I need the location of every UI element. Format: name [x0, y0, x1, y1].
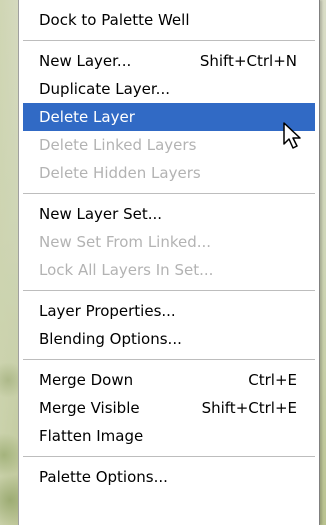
menu-item-new-set-from-linked: New Set From Linked...	[23, 228, 315, 256]
menu-item-flatten-image[interactable]: Flatten Image	[23, 422, 315, 450]
menu-item-label: Delete Hidden Layers	[39, 164, 201, 182]
menu-item-label: Dock to Palette Well	[39, 11, 190, 29]
menu-item-label: Palette Options...	[39, 468, 168, 486]
menu-item-label: Layer Properties...	[39, 302, 176, 320]
menu-item-label: Delete Layer	[39, 108, 135, 126]
menu-item-duplicate-layer[interactable]: Duplicate Layer...	[23, 75, 315, 103]
menu-item-merge-visible[interactable]: Merge Visible Shift+Ctrl+E	[23, 394, 315, 422]
menu-item-label: New Set From Linked...	[39, 233, 212, 251]
menu-item-blending-options[interactable]: Blending Options...	[23, 325, 315, 353]
menu-item-shortcut: Ctrl+E	[248, 371, 297, 389]
menu-item-layer-properties[interactable]: Layer Properties...	[23, 297, 315, 325]
menu-item-label: New Layer...	[39, 52, 132, 70]
menu-item-label: New Layer Set...	[39, 205, 163, 223]
menu-item-label: Duplicate Layer...	[39, 80, 170, 98]
menu-separator	[23, 193, 315, 194]
menu-item-merge-down[interactable]: Merge Down Ctrl+E	[23, 366, 315, 394]
menu-item-new-layer[interactable]: New Layer... Shift+Ctrl+N	[23, 47, 315, 75]
menu-item-label: Flatten Image	[39, 427, 144, 445]
menu-item-shortcut: Shift+Ctrl+E	[201, 399, 297, 417]
menu-item-palette-options[interactable]: Palette Options...	[23, 463, 315, 491]
menu-item-delete-hidden-layers: Delete Hidden Layers	[23, 159, 315, 187]
menu-item-label: Merge Visible	[39, 399, 140, 417]
menu-separator	[23, 456, 315, 457]
menu-item-label: Merge Down	[39, 371, 134, 389]
menu-item-lock-all-layers-in-set: Lock All Layers In Set...	[23, 256, 315, 284]
menu-item-delete-linked-layers: Delete Linked Layers	[23, 131, 315, 159]
menu-item-label: Blending Options...	[39, 330, 182, 348]
layers-palette-menu: Dock to Palette Well New Layer... Shift+…	[18, 0, 320, 525]
menu-separator	[23, 40, 315, 41]
menu-item-new-layer-set[interactable]: New Layer Set...	[23, 200, 315, 228]
menu-item-dock-to-palette-well[interactable]: Dock to Palette Well	[23, 6, 315, 34]
menu-item-label: Lock All Layers In Set...	[39, 261, 214, 279]
menu-separator	[23, 290, 315, 291]
menu-item-delete-layer[interactable]: Delete Layer	[23, 103, 315, 131]
menu-item-label: Delete Linked Layers	[39, 136, 197, 154]
menu-separator	[23, 359, 315, 360]
menu-item-shortcut: Shift+Ctrl+N	[199, 52, 297, 70]
